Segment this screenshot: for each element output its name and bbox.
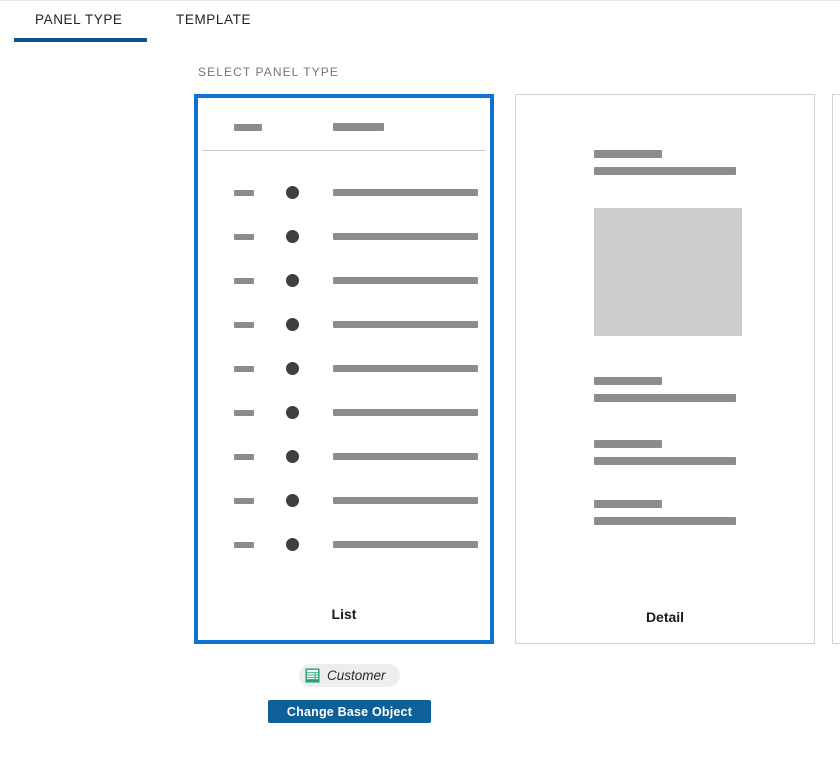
tab-panel-type[interactable]: PANEL TYPE [35,12,123,27]
preview-row-line [333,365,478,372]
preview-header-bar [333,123,384,131]
preview-row-tick [234,454,254,460]
tab-template[interactable]: TEMPLATE [176,12,251,27]
preview-list-row [198,403,490,423]
preview-list-row [198,447,490,467]
preview-row-dot [286,230,299,243]
preview-row-dot [286,538,299,551]
change-base-object-button[interactable]: Change Base Object [268,700,431,723]
preview-row-dot [286,186,299,199]
preview-row-tick [234,190,254,196]
active-tab-indicator [14,38,147,42]
preview-field-bar [594,377,662,385]
preview-row-tick [234,498,254,504]
preview-row-tick [234,278,254,284]
preview-list-row [198,271,490,291]
base-object-chip[interactable]: Customer [299,664,400,687]
tab-bar-top-divider [0,0,840,1]
list-preview-graphic [198,98,490,568]
preview-field-bar [594,517,736,525]
preview-row-tick [234,322,254,328]
preview-field-bar [594,500,662,508]
preview-list-row [198,183,490,203]
preview-row-tick [234,366,254,372]
preview-row-dot [286,318,299,331]
tab-bar: PANEL TYPE TEMPLATE [0,0,840,42]
preview-field-bar [594,150,662,158]
preview-field-bar [594,440,662,448]
preview-row-line [333,541,478,548]
card-label: List [331,606,357,622]
preview-field-bar [594,167,736,175]
preview-list-row [198,315,490,335]
preview-row-tick [234,410,254,416]
preview-header-bar [234,124,262,131]
detail-preview-graphic [516,95,814,565]
preview-row-tick [234,234,254,240]
preview-row-line [333,409,478,416]
preview-field-bar [594,394,736,402]
panel-type-selector-screen: PANEL TYPE TEMPLATE SELECT PANEL TYPE Li… [0,0,840,759]
preview-row-dot [286,362,299,375]
preview-list-row [198,535,490,555]
preview-row-dot [286,274,299,287]
table-entity-icon [305,668,320,683]
preview-row-line [333,453,478,460]
preview-image-placeholder [594,208,742,336]
preview-list-row [198,359,490,379]
card-label: Detail [645,609,685,625]
preview-list-row [198,491,490,511]
panel-type-card-next-option[interactable] [832,94,840,644]
preview-row-line [333,321,478,328]
panel-type-card-detail-option[interactable]: Detail [515,94,815,644]
preview-row-dot [286,450,299,463]
preview-row-dot [286,406,299,419]
preview-header-divider [202,150,486,151]
preview-list-row [198,227,490,247]
base-object-label: Customer [327,668,386,683]
section-title: SELECT PANEL TYPE [198,65,339,79]
preview-row-tick [234,542,254,548]
preview-field-bar [594,457,736,465]
preview-row-line [333,233,478,240]
panel-type-card-list: List Detail [0,94,840,644]
preview-row-dot [286,494,299,507]
preview-row-line [333,277,478,284]
preview-row-line [333,189,478,196]
preview-row-line [333,497,478,504]
panel-type-card-list-option[interactable]: List [194,94,494,644]
